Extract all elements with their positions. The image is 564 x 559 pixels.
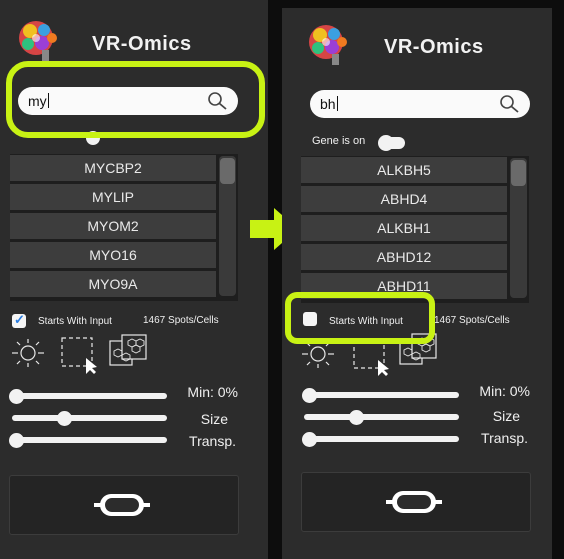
panel-before: VR-Omics my MYCBP2 MYLIP MYOM2 MYO16 MYO… <box>0 0 268 559</box>
panel-after: VR-Omics bh Gene is on ALKBH5 ABHD4 ALKB… <box>282 8 552 559</box>
hexagon-grid-icon[interactable] <box>108 333 150 369</box>
starts-with-label: Starts With Input <box>38 316 112 327</box>
gene-list: ALKBH5 ABHD4 ALKBH1 ABHD12 ABHD11 <box>301 156 529 303</box>
gene-is-on-label: Gene is on <box>312 135 366 147</box>
vr-mode-button[interactable] <box>301 472 531 532</box>
search-input-value: bh <box>320 96 336 112</box>
spots-count: 1467 Spots/Cells <box>143 315 219 326</box>
gene-list: MYCBP2 MYLIP MYOM2 MYO16 MYO9A <box>10 154 238 301</box>
size-slider-knob[interactable] <box>349 410 364 425</box>
size-slider-knob[interactable] <box>57 411 72 426</box>
brain-logo-icon <box>309 25 347 65</box>
list-item[interactable]: MYCBP2 <box>10 155 216 181</box>
scrollbar-thumb[interactable] <box>511 160 526 186</box>
list-item[interactable]: ABHD12 <box>301 244 507 270</box>
min-slider-knob[interactable] <box>302 388 317 403</box>
min-label: Min: 0% <box>187 384 238 400</box>
brain-logo-icon <box>19 21 57 61</box>
lasso-select-icon[interactable] <box>352 338 394 378</box>
vr-headset-icon <box>94 494 150 516</box>
lasso-select-icon[interactable] <box>60 336 102 376</box>
search-input[interactable]: bh <box>310 90 530 118</box>
vr-mode-button[interactable] <box>9 475 239 535</box>
transp-slider[interactable] <box>304 436 459 442</box>
min-slider[interactable] <box>12 393 167 399</box>
app-title: VR-Omics <box>92 33 192 55</box>
list-item[interactable]: ABHD4 <box>301 186 507 212</box>
size-slider[interactable] <box>304 414 459 420</box>
list-item[interactable]: MYOM2 <box>10 213 216 239</box>
app-title: VR-Omics <box>384 36 484 58</box>
list-scrollbar[interactable] <box>510 158 527 298</box>
search-icon[interactable] <box>499 94 521 114</box>
size-label: Size <box>492 408 520 424</box>
spots-count: 1467 Spots/Cells <box>434 315 510 326</box>
size-label: Size <box>200 411 228 427</box>
min-slider[interactable] <box>304 392 459 398</box>
starts-with-checkbox[interactable] <box>12 312 26 328</box>
transp-slider-knob[interactable] <box>9 433 24 448</box>
scrollbar-thumb[interactable] <box>220 158 235 184</box>
list-item[interactable]: MYLIP <box>10 184 216 210</box>
list-item[interactable]: MYO9A <box>10 271 216 297</box>
transp-label: Transp. <box>481 430 528 446</box>
size-slider[interactable] <box>12 415 167 421</box>
search-highlight-annotation <box>6 61 265 138</box>
list-item[interactable]: ALKBH5 <box>301 157 507 183</box>
vr-headset-icon <box>386 491 442 513</box>
transp-slider[interactable] <box>12 437 167 443</box>
list-item[interactable]: MYO16 <box>10 242 216 268</box>
sun-icon[interactable] <box>10 337 46 369</box>
list-item[interactable]: ALKBH1 <box>301 215 507 241</box>
min-label: Min: 0% <box>479 383 530 399</box>
list-scrollbar[interactable] <box>219 156 236 296</box>
gene-is-on-toggle[interactable] <box>378 135 405 151</box>
transp-label: Transp. <box>189 433 236 449</box>
starts-with-highlight-annotation <box>285 292 435 344</box>
transp-slider-knob[interactable] <box>302 432 317 447</box>
min-slider-knob[interactable] <box>9 389 24 404</box>
